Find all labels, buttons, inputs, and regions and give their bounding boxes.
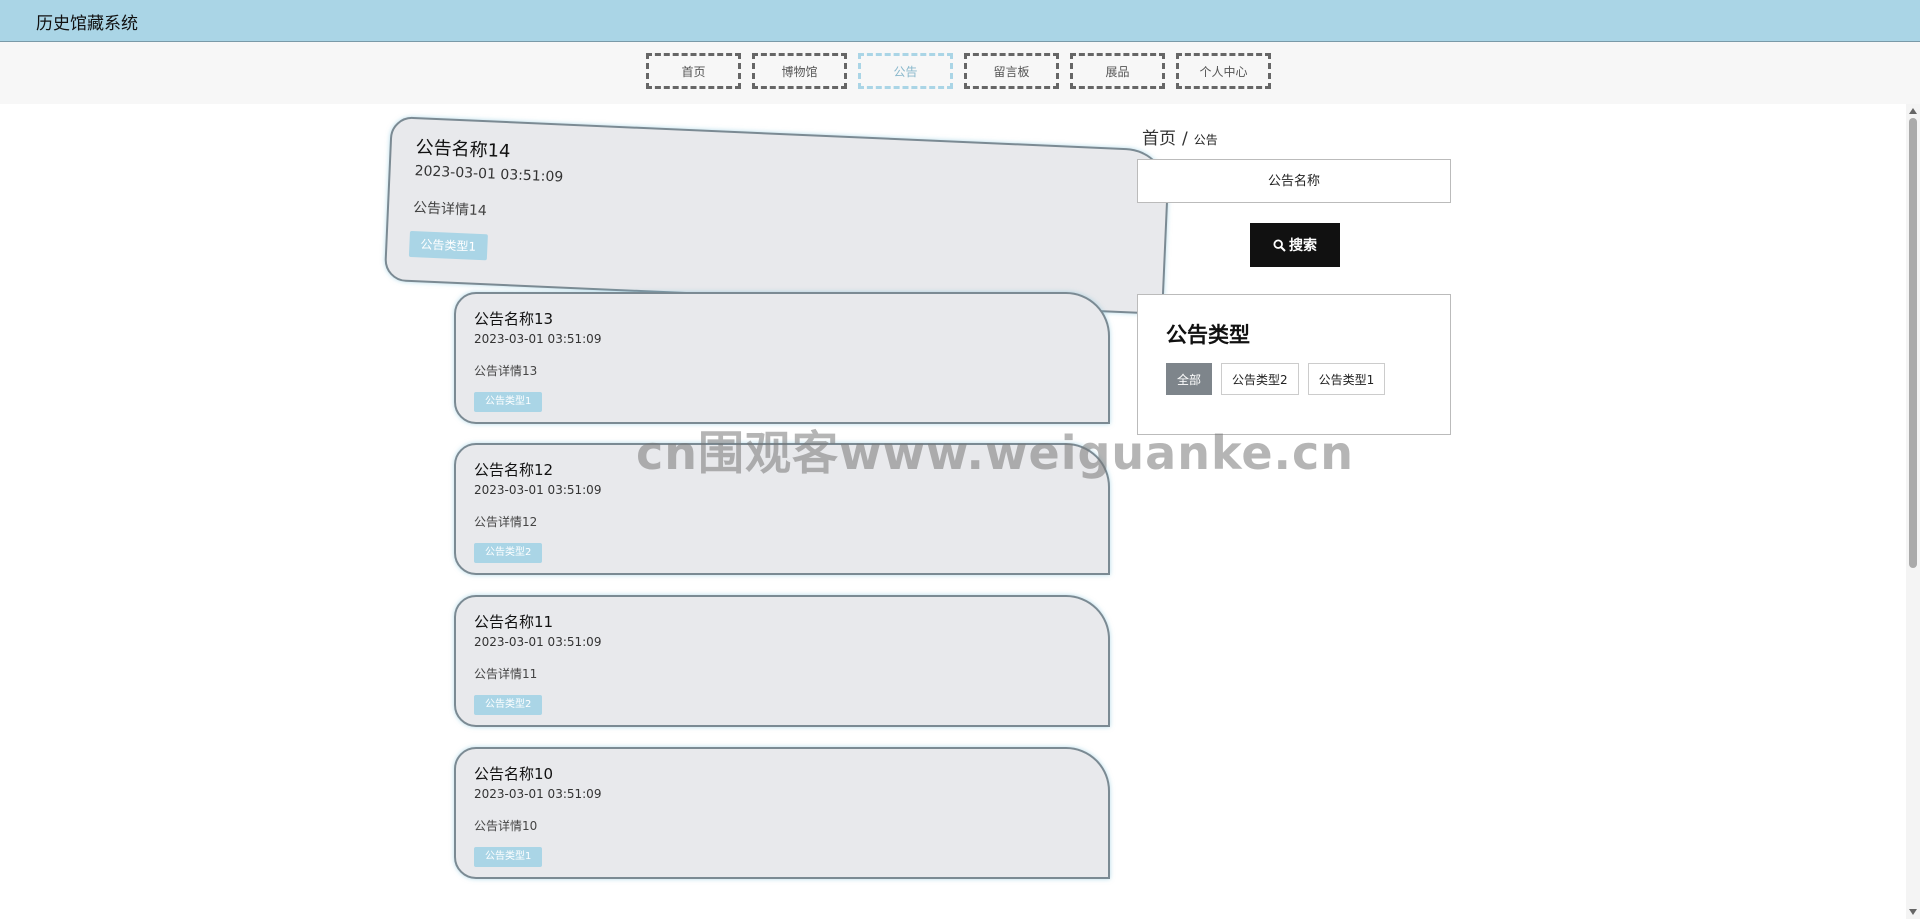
main-content: 公告名称14 2023-03-01 03:51:09 公告详情14 公告类型1 … xyxy=(0,104,1906,919)
notice-type-filter: 公告类型 全部 公告类型2 公告类型1 xyxy=(1137,294,1451,435)
app-title: 历史馆藏系统 xyxy=(36,14,138,34)
search-button[interactable]: 搜索 xyxy=(1250,223,1340,267)
notice-title: 公告名称14 xyxy=(415,137,511,163)
main-nav: 首页 博物馆 公告 留言板 展品 个人中心 xyxy=(0,42,1920,104)
type-filter-type1[interactable]: 公告类型1 xyxy=(1307,363,1386,395)
notice-detail: 公告详情11 xyxy=(474,667,538,681)
nav-item-home[interactable]: 首页 xyxy=(646,53,741,89)
notice-card[interactable]: 公告名称11 2023-03-01 03:51:09 公告详情11 公告类型2 xyxy=(454,595,1110,727)
notice-time: 2023-03-01 03:51:09 xyxy=(474,332,602,346)
nav-list: 首页 博物馆 公告 留言板 展品 个人中心 xyxy=(646,53,1272,89)
notice-title: 公告名称10 xyxy=(474,765,554,783)
breadcrumb-separator: / xyxy=(1182,129,1188,149)
notice-type-tag: 公告类型2 xyxy=(474,543,543,563)
notice-title: 公告名称13 xyxy=(474,310,554,328)
nav-item-museum[interactable]: 博物馆 xyxy=(752,53,847,89)
notice-card[interactable]: 公告名称14 2023-03-01 03:51:09 公告详情14 公告类型1 xyxy=(383,116,1171,315)
notice-detail: 公告详情10 xyxy=(474,819,538,833)
notice-time: 2023-03-01 03:51:09 xyxy=(474,635,602,649)
scroll-down-icon[interactable] xyxy=(1909,909,1917,915)
type-filter-list: 全部 公告类型2 公告类型1 xyxy=(1166,363,1386,395)
notice-time: 2023-03-01 03:51:09 xyxy=(414,163,564,186)
nav-item-exhibits[interactable]: 展品 xyxy=(1070,53,1165,89)
notice-time: 2023-03-01 03:51:09 xyxy=(474,787,602,801)
breadcrumb-current: 公告 xyxy=(1193,133,1218,147)
nav-item-message-board[interactable]: 留言板 xyxy=(964,53,1059,89)
notice-title: 公告名称11 xyxy=(474,613,554,631)
vertical-scrollbar[interactable] xyxy=(1906,104,1920,919)
notice-detail: 公告详情13 xyxy=(474,364,538,378)
search-icon xyxy=(1273,238,1286,252)
type-filter-type2[interactable]: 公告类型2 xyxy=(1221,363,1299,395)
type-filter-all[interactable]: 全部 xyxy=(1166,363,1213,395)
notice-type-tag: 公告类型2 xyxy=(474,695,543,715)
breadcrumb-home[interactable]: 首页 xyxy=(1142,129,1176,149)
notice-title: 公告名称12 xyxy=(474,461,554,479)
top-header: 历史馆藏系统 xyxy=(0,0,1920,42)
notice-type-tag: 公告类型1 xyxy=(408,230,488,261)
notice-card[interactable]: 公告名称13 2023-03-01 03:51:09 公告详情13 公告类型1 xyxy=(454,292,1110,424)
notice-type-tag: 公告类型1 xyxy=(474,392,543,412)
search-button-label: 搜索 xyxy=(1289,238,1317,254)
nav-item-notice[interactable]: 公告 xyxy=(858,53,953,89)
scroll-thumb[interactable] xyxy=(1909,118,1917,568)
notice-type-tag: 公告类型1 xyxy=(474,847,543,867)
notice-detail: 公告详情14 xyxy=(412,200,488,220)
notice-card[interactable]: 公告名称12 2023-03-01 03:51:09 公告详情12 公告类型2 xyxy=(454,443,1110,575)
scroll-up-icon[interactable] xyxy=(1909,108,1917,114)
notice-detail: 公告详情12 xyxy=(474,515,538,529)
search-input[interactable] xyxy=(1137,159,1451,203)
notice-card[interactable]: 公告名称10 2023-03-01 03:51:09 公告详情10 公告类型1 xyxy=(454,747,1110,879)
nav-item-profile[interactable]: 个人中心 xyxy=(1176,53,1271,89)
notice-time: 2023-03-01 03:51:09 xyxy=(474,483,602,497)
type-filter-title: 公告类型 xyxy=(1166,323,1250,347)
breadcrumb: 首页 / 公告 xyxy=(1142,124,1218,149)
